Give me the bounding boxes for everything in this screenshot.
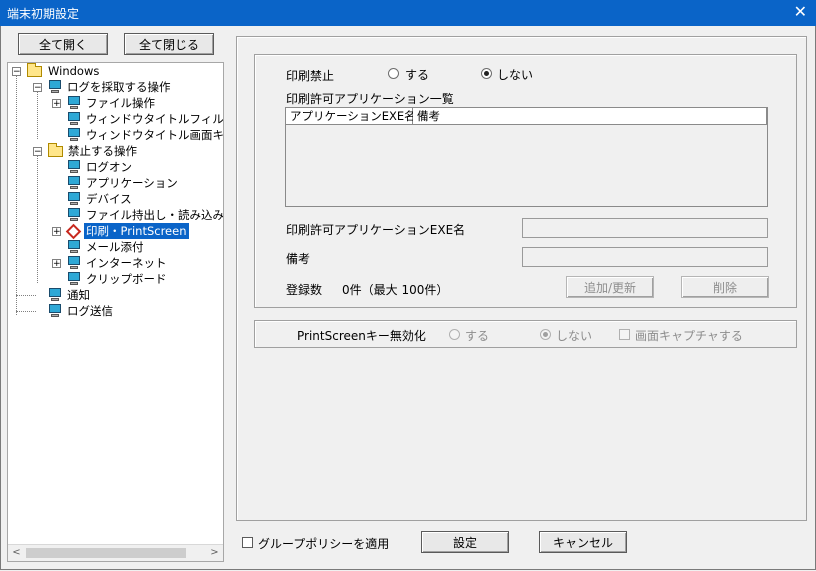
window-title: 端末初期設定 [7,7,80,21]
tree-item-file-io[interactable]: ファイル持出し・読み込み [8,207,224,223]
group-policy-label[interactable]: グループポリシーを適用 [258,535,389,552]
tree-item-mail[interactable]: メール添付 [8,239,221,255]
computer-icon [67,128,81,142]
expand-icon[interactable]: + [52,259,61,269]
printscreen-disable-label: PrintScreenキー無効化 [297,329,426,343]
settings-tree[interactable]: − Windows − ログを採取する操作 + ファイル操作 ウィンドウタイトル… [7,62,224,562]
tree-horizontal-scrollbar[interactable]: < > [8,544,223,561]
tree-item-window-title-capture[interactable]: ウィンドウタイトル画面キャ [8,127,224,143]
tree-item-label: Windows [48,64,100,78]
scrollbar-thumb[interactable] [26,548,186,558]
tree-item-logon[interactable]: ログオン [8,159,221,175]
tree-item-file-ops[interactable]: + ファイル操作 [8,95,221,111]
computer-icon [48,288,62,302]
computer-icon [67,208,81,222]
collapse-icon[interactable]: − [12,67,21,77]
print-forbid-yes-label[interactable]: する [405,66,429,83]
tree-item-label: ログオン [86,160,132,174]
note-field[interactable] [522,247,768,267]
tree-item-label: アプリケーション [86,176,178,190]
collapse-icon[interactable]: − [33,147,42,157]
tree-item-label: ファイル持出し・読み込み [86,208,224,222]
expand-icon[interactable]: + [52,227,61,237]
computer-icon [67,176,81,190]
tree-item-label: 通知 [67,288,90,302]
cancel-button[interactable]: キャンセル [539,531,627,553]
scroll-left-icon[interactable]: < [8,545,25,561]
tree-item-label: ウィンドウタイトル画面キャ [86,128,224,142]
printscreen-yes-label[interactable]: する [465,327,489,344]
group-policy-checkbox[interactable] [242,537,253,548]
printscreen-yes-radio[interactable] [449,329,460,340]
folder-icon [27,63,42,77]
tree-item-log-send[interactable]: ログ送信 [8,303,221,319]
tree-item-clipboard[interactable]: クリップボード [8,271,221,287]
folder-icon [48,143,63,157]
print-forbid-label: 印刷禁止 [286,69,335,83]
collapse-icon[interactable]: − [33,83,42,93]
tree-item-internet[interactable]: + インターネット [8,255,221,271]
column-header-exe-name[interactable]: アプリケーションEXE名 [286,108,416,125]
print-forbid-yes-radio[interactable] [388,68,399,79]
tree-item-device[interactable]: デバイス [8,191,221,207]
tree-item-label: ログを採取する操作 [67,80,171,94]
scroll-right-icon[interactable]: > [206,545,223,561]
tree-item-label: ウィンドウタイトルフィルタ [86,112,224,126]
tree-item-label: ファイル操作 [86,96,155,110]
computer-icon [67,96,81,110]
tree-item-forbidden-ops[interactable]: − 禁止する操作 [8,143,221,159]
expand-icon[interactable]: + [52,99,61,109]
expand-all-button[interactable]: 全て開く [18,33,108,55]
exe-name-field[interactable] [522,218,768,238]
allowed-app-list[interactable]: アプリケーションEXE名 備考 [285,107,768,207]
computer-icon [48,80,62,94]
computer-icon [48,304,62,318]
tree-item-label: クリップボード [86,272,167,286]
note-label: 備考 [286,252,311,266]
tree-item-label: デバイス [86,192,132,206]
computer-icon [67,160,81,174]
computer-icon [67,256,81,270]
close-icon[interactable]: ✕ [794,2,807,22]
computer-icon [67,192,81,206]
tree-item-notify[interactable]: 通知 [8,287,221,303]
screen-capture-label[interactable]: 画面キャプチャする [635,327,743,344]
tree-item-print[interactable]: + 印刷・PrintScreen [8,223,221,240]
computer-icon [67,240,81,254]
app-list-label: 印刷許可アプリケーション一覧 [286,92,454,106]
printscreen-no-label[interactable]: しない [556,327,592,344]
computer-icon [67,112,81,126]
exe-name-label: 印刷許可アプリケーションEXE名 [286,223,466,237]
title-bar: 端末初期設定 ✕ [0,0,816,26]
print-forbid-no-radio[interactable] [481,68,492,79]
print-forbid-no-label[interactable]: しない [497,66,533,83]
tree-item-label: 印刷・PrintScreen [84,223,189,239]
tree-item-label: ログ送信 [67,304,113,318]
screen-capture-checkbox[interactable] [619,329,630,340]
column-header-note[interactable]: 備考 [413,108,767,125]
count-value: 0件（最大 100件） [342,283,449,297]
delete-button[interactable]: 削除 [681,276,769,298]
computer-icon [67,272,81,286]
add-update-button[interactable]: 追加/更新 [566,276,654,298]
forbidden-diamond-icon [65,223,82,240]
tree-item-label: インターネット [86,256,167,270]
tree-item-windows[interactable]: − Windows [8,63,221,79]
tree-item-application[interactable]: アプリケーション [8,175,221,191]
collapse-all-button[interactable]: 全て閉じる [124,33,214,55]
count-label: 登録数 [286,283,323,297]
tree-item-label: メール添付 [86,240,144,254]
tree-item-window-title-filter[interactable]: ウィンドウタイトルフィルタ [8,111,224,127]
printscreen-no-radio[interactable] [540,329,551,340]
tree-item-label: 禁止する操作 [68,144,137,158]
ok-button[interactable]: 設定 [421,531,509,553]
tree-item-log-ops[interactable]: − ログを採取する操作 [8,79,221,95]
